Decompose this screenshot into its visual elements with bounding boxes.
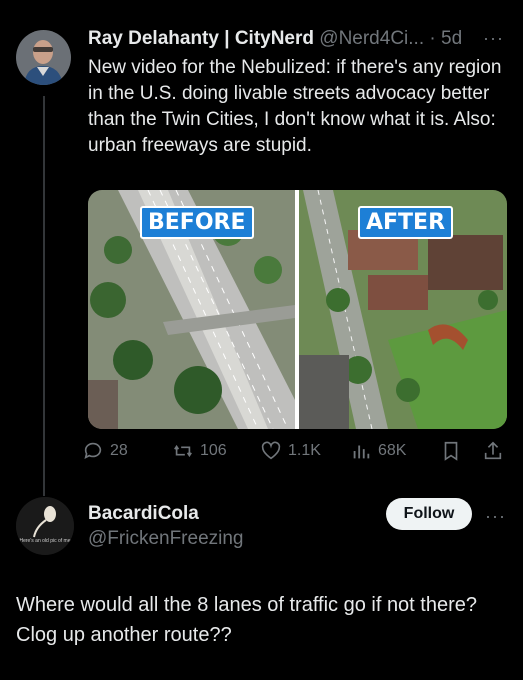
- bookmark-button[interactable]: [440, 440, 462, 462]
- like-button[interactable]: 1.1K: [260, 440, 321, 462]
- tweet-media-image[interactable]: BEFORE AFTER: [88, 190, 507, 429]
- bookmark-icon: [444, 441, 458, 461]
- like-count: 1.1K: [288, 442, 321, 459]
- share-button[interactable]: [482, 440, 504, 462]
- share-icon: [484, 441, 502, 460]
- reply-author-avatar[interactable]: Here's an old pic of me: [16, 497, 74, 555]
- view-count: 68K: [378, 442, 407, 459]
- reply-text: Where would all the 8 lanes of traffic g…: [16, 594, 478, 646]
- retweet-button[interactable]: 106: [172, 440, 227, 462]
- tweet-actions-bar: 28 106 1.1K 68K: [82, 440, 512, 464]
- analytics-icon: [353, 445, 370, 459]
- author-avatar[interactable]: [16, 30, 71, 85]
- avatar-caption: Here's an old pic of me: [19, 538, 71, 544]
- retweet-icon: [174, 444, 192, 458]
- reply-button[interactable]: 28: [82, 440, 128, 462]
- reply-author-name[interactable]: BacardiCola: [88, 503, 199, 525]
- reply-more-options-icon[interactable]: ···: [485, 506, 506, 527]
- heart-icon: [261, 441, 281, 460]
- author-handle[interactable]: @Nerd4Ci...: [319, 28, 424, 49]
- author-name[interactable]: Ray Delahanty | CityNerd: [88, 28, 314, 49]
- tweet-header: Ray Delahanty | CityNerd @Nerd4Ci... · 5…: [88, 28, 462, 50]
- more-options-icon[interactable]: ···: [483, 28, 504, 49]
- tweet-text: New video for the Nebulized: if there's …: [88, 57, 502, 156]
- retweet-count: 106: [200, 442, 227, 459]
- follow-button[interactable]: Follow: [386, 498, 472, 530]
- tweet-timestamp[interactable]: · 5d: [429, 28, 462, 49]
- reply-count: 28: [110, 442, 128, 459]
- before-label: BEFORE: [140, 206, 254, 239]
- after-label: AFTER: [358, 206, 454, 239]
- reply-icon: [84, 442, 102, 459]
- thread-connector-line: [43, 96, 45, 496]
- reply-author-handle[interactable]: @FrickenFreezing: [88, 528, 244, 550]
- views-button[interactable]: 68K: [350, 440, 406, 462]
